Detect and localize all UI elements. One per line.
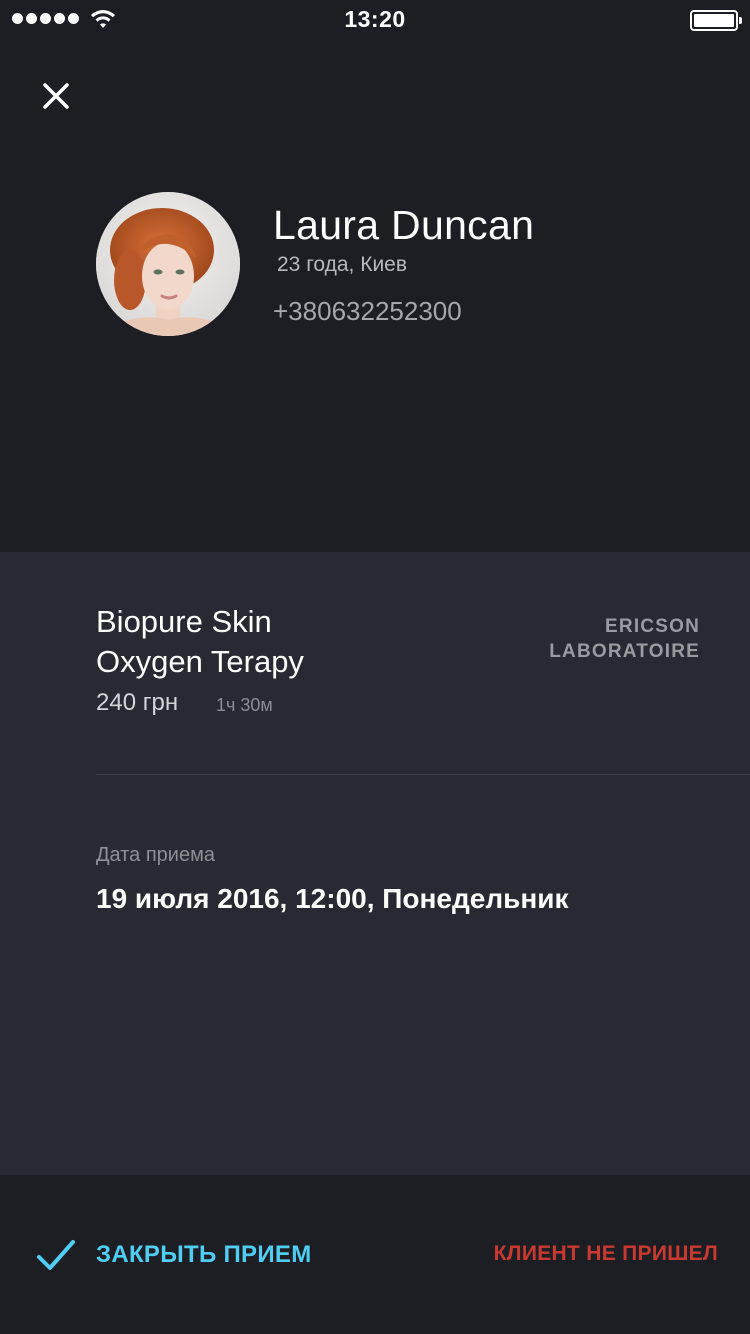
service-name: Biopure Skin Oxygen Terapy [96, 602, 476, 682]
date-label: Дата приема [96, 844, 215, 866]
divider [96, 774, 750, 775]
service-brand: ERICSON LABORATOIRE [500, 614, 700, 664]
appointment-details: Biopure Skin Oxygen Terapy 240 грн 1ч 30… [0, 552, 750, 1175]
service-name-line1: Biopure Skin [96, 604, 272, 639]
client-phone[interactable]: +380632252300 [273, 296, 462, 327]
service-duration: 1ч 30м [216, 695, 273, 715]
client-no-show-button[interactable]: КЛИЕНТ НЕ ПРИШЕЛ [494, 1242, 718, 1266]
client-age-city: 23 года, Киев [277, 253, 408, 276]
service-price: 240 грн [96, 689, 179, 716]
brand-line2: LABORATOIRE [549, 641, 700, 662]
date-value: 19 июля 2016, 12:00, Понедельник [96, 883, 569, 914]
checkmark-icon [37, 1240, 75, 1270]
client-name: Laura Duncan [273, 202, 535, 248]
action-bar: ЗАКРЫТЬ ПРИЕМ КЛИЕНТ НЕ ПРИШЕЛ [0, 1175, 750, 1334]
close-icon [43, 83, 69, 109]
status-bar: 13:20 [0, 0, 750, 40]
battery-icon [690, 10, 742, 31]
close-button[interactable] [36, 76, 76, 116]
avatar [96, 192, 240, 336]
close-appointment-button[interactable]: ЗАКРЫТЬ ПРИЕМ [36, 1235, 312, 1275]
status-time: 13:20 [344, 6, 406, 32]
avatar-portrait [96, 192, 240, 336]
service-name-line2: Oxygen Terapy [96, 644, 304, 679]
close-appointment-label: ЗАКРЫТЬ ПРИЕМ [96, 1241, 312, 1268]
brand-line1: ERICSON [605, 616, 700, 637]
